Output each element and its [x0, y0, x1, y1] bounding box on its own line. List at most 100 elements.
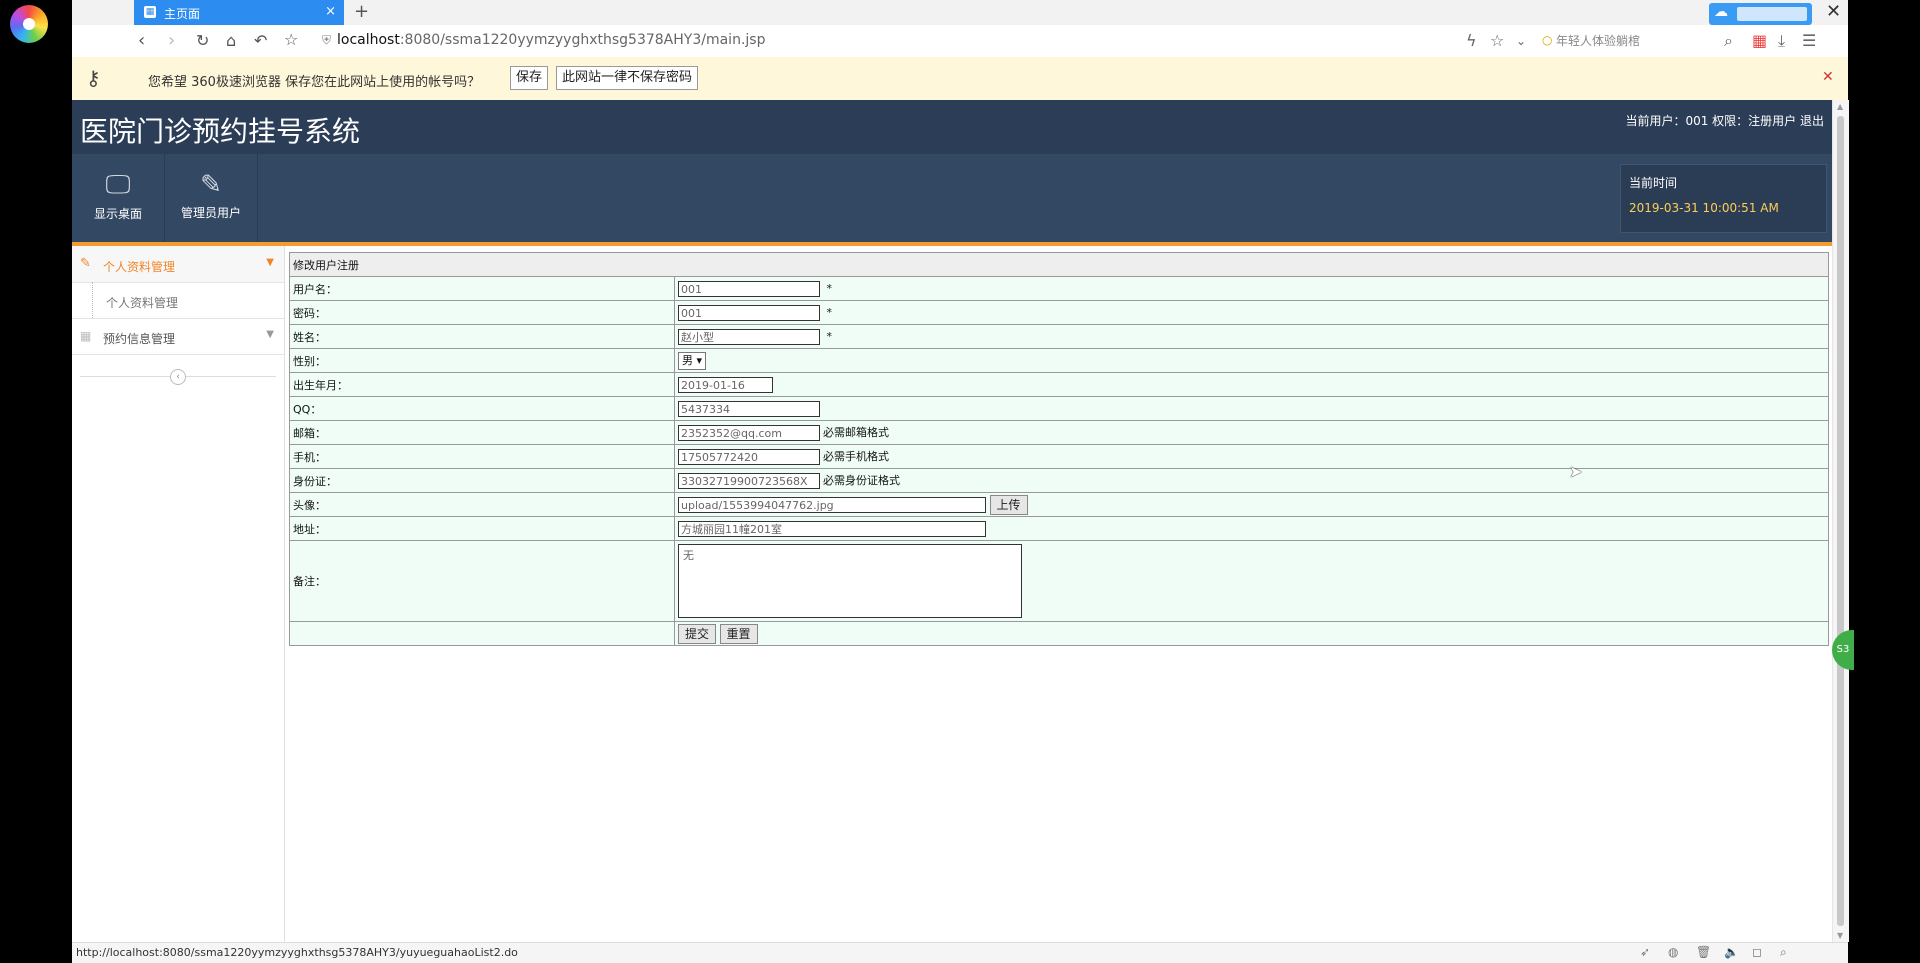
cloud-icon: ☁: [1714, 4, 1728, 20]
required-mark: *: [826, 329, 833, 343]
phone-label: 手机：: [289, 444, 675, 469]
form-row-qq: QQ： 5437334: [289, 396, 1829, 421]
window-close-icon[interactable]: ✕: [1826, 1, 1841, 22]
form-title: 修改用户注册: [289, 252, 1829, 277]
email-label: 邮箱：: [289, 420, 675, 445]
name-label: 姓名：: [289, 324, 675, 349]
password-save-bar: ⚷ 您希望 360极速浏览器 保存您在此网站上使用的帐号吗？ 保存 此网站一律不…: [72, 57, 1848, 101]
password-input[interactable]: 001: [678, 304, 820, 321]
reload-icon[interactable]: ↻: [196, 31, 209, 50]
back-icon[interactable]: ‹: [138, 30, 145, 51]
idcard-input[interactable]: 330327199007235​68X: [678, 473, 820, 489]
current-time-value: 2019-03-31 10:00:51 AM: [1629, 201, 1779, 215]
menu-icon[interactable]: ☰: [1802, 31, 1816, 50]
pencil-icon: ✎: [80, 256, 91, 271]
url-input[interactable]: localhost:8080/ssma1220yymzyyghxthsg5378…: [337, 32, 765, 48]
lightning-icon[interactable]: ϟ: [1466, 31, 1477, 50]
download-icon[interactable]: ⤓: [1778, 31, 1785, 51]
current-user-info[interactable]: 当前用户：001 权限：注册用户 退出: [1625, 112, 1824, 129]
form-row-gender: 性别： 男 ▾: [289, 348, 1829, 373]
app-header: 医院门诊预约挂号系统 当前用户：001 权限：注册用户 退出: [72, 100, 1832, 155]
caret-down-icon: ▼: [266, 257, 274, 268]
pencil-icon: ✎: [200, 170, 222, 200]
sidebar-item-profile[interactable]: 个人资料管理: [72, 282, 284, 319]
cloud-login-pill: [1737, 7, 1807, 21]
search-input[interactable]: 年轻人体验躺棺: [1556, 32, 1640, 49]
scroll-thumb[interactable]: [1837, 116, 1844, 926]
form-row-phone: 手机： 17505772420 必需手机格式: [289, 444, 1829, 469]
tab-bar: ▦ 主页面 × + ☁ ✕: [72, 0, 1848, 26]
home-icon[interactable]: ⌂: [226, 31, 236, 50]
vertical-scrollbar[interactable]: ▲ ▼: [1832, 100, 1849, 942]
sidebar-collapse-icon[interactable]: ‹: [170, 369, 186, 385]
page-favicon-icon: ▦: [144, 6, 156, 18]
window-icon[interactable]: ◻: [1752, 945, 1762, 959]
top-navigation: 🖵 显示桌面 ✎ 管理员用户 当前时间 2019-03-31 10:00:51 …: [72, 154, 1832, 242]
scroll-down-icon[interactable]: ▼: [1837, 931, 1843, 940]
speed-icon[interactable]: ◍: [1668, 945, 1678, 959]
undo-icon[interactable]: ↶: [254, 31, 267, 50]
email-format-note: 必需邮箱格式: [823, 426, 889, 439]
tab-main[interactable]: ▦ 主页面 ×: [134, 0, 344, 25]
reset-button[interactable]: 重置: [719, 623, 758, 644]
password-save-message: 您希望 360极速浏览器 保存您在此网站上使用的帐号吗？: [148, 75, 481, 90]
sidebar-item-profile-label: 个人资料管理: [106, 296, 179, 310]
form-row-email: 邮箱： 2352352@qq.com 必需邮箱格式: [289, 420, 1829, 445]
sidebar-group-profile[interactable]: ✎ 个人资料管理 ▼: [72, 246, 284, 283]
form-row-address: 地址： 方城丽园11幢201室: [289, 516, 1829, 541]
form-row-actions: 提交 重置: [289, 621, 1829, 646]
new-tab-icon[interactable]: +: [354, 1, 369, 22]
submit-button[interactable]: 提交: [678, 623, 717, 644]
address-input[interactable]: 方城丽园11幢201室: [678, 520, 986, 537]
key-icon: ⚷: [86, 66, 101, 90]
birth-input[interactable]: 2019-01-16: [678, 376, 773, 393]
grid-icon: ▦: [80, 329, 92, 343]
rocket-icon[interactable]: ➶: [1640, 945, 1650, 959]
avatar-input[interactable]: upload/1553994047762.jpg: [678, 496, 986, 513]
volume-icon[interactable]: 🔈: [1724, 945, 1739, 959]
sidebar-group-booking[interactable]: ▦ 预约信息管理 ▼: [72, 318, 284, 355]
current-time-box: 当前时间 2019-03-31 10:00:51 AM: [1620, 164, 1827, 233]
apps-grid-icon[interactable]: ▦: [1752, 31, 1767, 50]
email-input[interactable]: 2352352@qq.com: [678, 425, 820, 441]
gender-select[interactable]: 男 ▾: [678, 351, 707, 370]
sidebar-group-booking-label: 预约信息管理: [103, 332, 176, 346]
form-row-birth: 出生年月： 2019-01-16: [289, 372, 1829, 397]
cloud-sync-button[interactable]: ☁: [1709, 3, 1812, 25]
favorite-star-icon[interactable]: ☆: [284, 30, 298, 49]
trash-icon[interactable]: 🗑: [1696, 945, 1711, 959]
status-url: http://localhost:8080/ssma1220yymzyyghxt…: [76, 946, 518, 959]
nav-admin-user-label: 管理员用户: [180, 206, 241, 220]
remark-label: 备注：: [289, 540, 675, 622]
required-mark: *: [826, 305, 833, 319]
close-bar-icon[interactable]: ✕: [1822, 69, 1834, 85]
forward-icon[interactable]: ›: [168, 30, 175, 51]
never-save-password-button[interactable]: 此网站一律不保存密码: [556, 66, 699, 90]
tab-close-icon[interactable]: ×: [325, 4, 336, 19]
remark-textarea[interactable]: 无: [678, 544, 1022, 618]
nav-show-desktop[interactable]: 🖵 显示桌面: [72, 154, 165, 242]
search-icon[interactable]: ⌕: [1724, 31, 1733, 51]
qq-label: QQ：: [289, 396, 675, 421]
nav-admin-user[interactable]: ✎ 管理员用户: [165, 154, 258, 242]
nav-show-desktop-label: 显示桌面: [93, 207, 142, 221]
search-engine-icon: ○: [1542, 33, 1553, 47]
name-input[interactable]: 赵小型: [678, 328, 820, 345]
birth-label: 出生年月：: [289, 372, 675, 397]
dropdown-chevron-icon[interactable]: ⌄: [1516, 34, 1526, 48]
zoom-icon[interactable]: ⌕: [1780, 945, 1787, 960]
bookmark-star-icon[interactable]: ☆: [1490, 31, 1504, 50]
qq-input[interactable]: 5437334: [678, 400, 820, 417]
address-bar: ‹ › ↻ ⌂ ↶ ☆ ⛨ localhost:8080/ssma1220yym…: [72, 25, 1848, 58]
main-content: 修改用户注册 用户名： 001 * 密码： 001 * 姓名： 赵小型 * 性别…: [285, 246, 1832, 942]
upload-button[interactable]: 上传: [989, 494, 1028, 515]
form-row-avatar: 头像： upload/1553994047762.jpg 上传: [289, 492, 1829, 517]
user-edit-form: 修改用户注册 用户名： 001 * 密码： 001 * 姓名： 赵小型 * 性别…: [289, 252, 1829, 646]
scroll-up-icon[interactable]: ▲: [1837, 102, 1843, 111]
sidebar-group-profile-label: 个人资料管理: [103, 260, 176, 274]
form-row-password: 密码： 001 *: [289, 300, 1829, 325]
phone-input[interactable]: 17505772420: [678, 449, 820, 465]
save-password-button[interactable]: 保存: [510, 66, 549, 90]
username-input[interactable]: 001: [678, 280, 820, 297]
phone-format-note: 必需手机格式: [823, 450, 889, 463]
